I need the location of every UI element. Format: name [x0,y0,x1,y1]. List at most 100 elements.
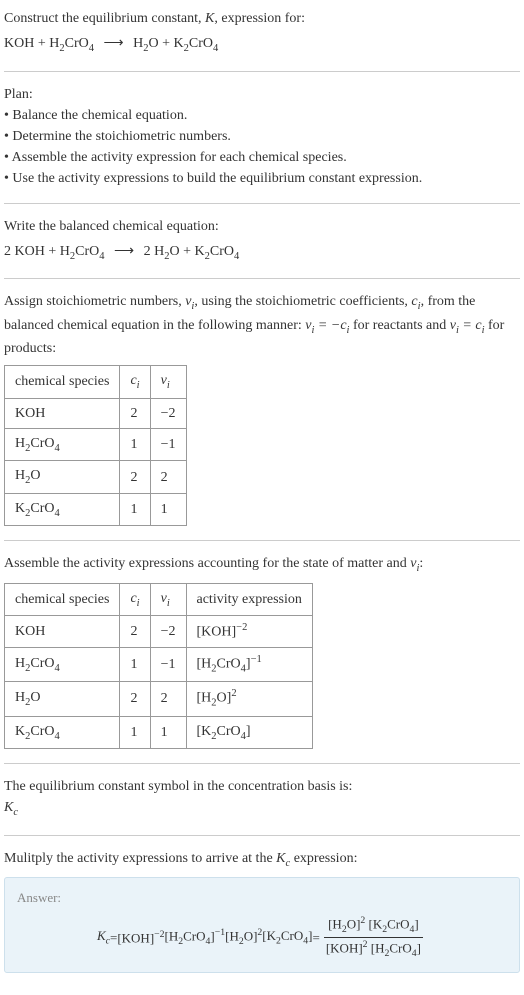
c-i: ci [411,294,420,309]
cell-ci: 1 [120,428,150,461]
term-h2o: [H2O]2 [225,926,262,950]
table-row: H2CrO4 1 −1 [H2CrO4]−1 [5,648,313,682]
problem-statement: Construct the equilibrium constant, K, e… [4,8,520,57]
cell-ci: 1 [120,716,150,749]
col-activity: activity expression [186,583,312,616]
cell-species: H2CrO4 [5,428,120,461]
cell-species: H2O [5,682,120,716]
species-k2cro4: K2CrO4 [173,36,218,51]
divider [4,71,520,72]
table-row: H2O 2 2 [H2O]2 [5,682,313,716]
plus: + [159,36,174,51]
cell-nui: 1 [150,716,186,749]
cell-nui: −1 [150,428,186,461]
plan-item-3: • Assemble the activity expression for e… [4,147,520,168]
plus: + [45,244,60,259]
term-k2cro4: [K2CrO4] [262,926,312,949]
cell-species: KOH [5,616,120,648]
cell-ci: 2 [120,398,150,428]
cell-nui: 2 [150,461,186,494]
coef-species: 2 KOH [4,244,45,259]
divider [4,278,520,279]
col-nui: νi [150,583,186,616]
balanced-equation: 2 KOH + H2CrO4 ⟶ 2 H2O + K2CrO4 [4,241,520,265]
divider [4,835,520,836]
intro-text-2: , expression for: [214,11,305,26]
cell-activity: [K2CrO4] [186,716,312,749]
species-h2cro4: H2CrO4 [60,244,105,259]
cell-nui: 2 [150,682,186,716]
balanced-section: Write the balanced chemical equation: 2 … [4,216,520,265]
activity-table: chemical species ci νi activity expressi… [4,583,313,749]
table-row: K2CrO4 1 1 [K2CrO4] [5,716,313,749]
plan-item-4: • Use the activity expressions to build … [4,168,520,189]
cell-nui: −2 [150,398,186,428]
plus: + [34,36,49,51]
answer-label: Answer: [17,888,507,908]
cell-ci: 1 [120,648,150,682]
balanced-title: Write the balanced chemical equation: [4,216,520,237]
multiply-text: Mulitply the activity expressions to arr… [4,848,520,872]
species-h2o: 2 H2O [144,244,180,259]
col-ci: ci [120,366,150,399]
cell-nui: −2 [150,616,186,648]
term-koh: [KOH]−2 [117,928,164,948]
assemble-section: Assemble the activity expressions accoun… [4,553,520,749]
table-row: H2CrO4 1 −1 [5,428,187,461]
cell-species: K2CrO4 [5,493,120,526]
cell-species: H2CrO4 [5,648,120,682]
cell-species: K2CrO4 [5,716,120,749]
kc-symbol: Kc [276,851,290,866]
cell-ci: 1 [120,493,150,526]
plan-item-2: • Determine the stoichiometric numbers. [4,126,520,147]
plan-item-1: • Balance the chemical equation. [4,105,520,126]
equals: = [313,928,320,948]
divider [4,763,520,764]
cell-nui: 1 [150,493,186,526]
term-h2cro4: [H2CrO4]−1 [165,926,226,950]
reaction-arrow: ⟶ [114,241,134,262]
species-h2cro4: H2CrO4 [49,36,94,51]
kc-expression: Kc = [KOH]−2 [H2CrO4]−1 [H2O]2 [K2CrO4] … [17,914,507,962]
kc-fraction: [H2O]2 [K2CrO4] [KOH]2 [H2CrO4] [322,914,425,962]
stoich-table: chemical species ci νi KOH 2 −2 H2CrO4 1… [4,365,187,526]
unbalanced-equation: KOH + H2CrO4 ⟶ H2O + K2CrO4 [4,33,520,57]
cell-activity: [H2O]2 [186,682,312,716]
multiply-section: Mulitply the activity expressions to arr… [4,848,520,973]
col-species: chemical species [5,366,120,399]
answer-box: Answer: Kc = [KOH]−2 [H2CrO4]−1 [H2O]2 [… [4,877,520,973]
equals: = [110,928,117,948]
plus: + [180,244,195,259]
col-nui: νi [150,366,186,399]
cell-nui: −1 [150,648,186,682]
divider [4,540,520,541]
cell-species: KOH [5,398,120,428]
cell-activity: [H2CrO4]−1 [186,648,312,682]
table-header-row: chemical species ci νi activity expressi… [5,583,313,616]
nu-eq-neg-c: νi = −ci [305,318,349,333]
table-row: KOH 2 −2 [KOH]−2 [5,616,313,648]
K-symbol: K [205,11,214,26]
cell-activity: [KOH]−2 [186,616,312,648]
cell-ci: 2 [120,616,150,648]
col-ci: ci [120,583,150,616]
divider [4,203,520,204]
table-row: KOH 2 −2 [5,398,187,428]
table-row: K2CrO4 1 1 [5,493,187,526]
symbol-section: The equilibrium constant symbol in the c… [4,776,520,821]
assign-section: Assign stoichiometric numbers, νi, using… [4,291,520,526]
table-header-row: chemical species ci νi [5,366,187,399]
plan-section: Plan: • Balance the chemical equation. •… [4,84,520,189]
species-h2o: H2O [133,36,159,51]
species-k2cro4: K2CrO4 [194,244,239,259]
assemble-text: Assemble the activity expressions accoun… [4,553,520,577]
assign-text: Assign stoichiometric numbers, νi, using… [4,291,520,359]
species-koh: KOH [4,36,34,51]
table-row: H2O 2 2 [5,461,187,494]
reaction-arrow: ⟶ [104,33,124,54]
plan-title: Plan: [4,84,520,105]
numerator: [H2O]2 [K2CrO4] [324,914,423,939]
cell-species: H2O [5,461,120,494]
intro-text-1: Construct the equilibrium constant, [4,11,205,26]
nu-eq-c: νi = ci [450,318,485,333]
